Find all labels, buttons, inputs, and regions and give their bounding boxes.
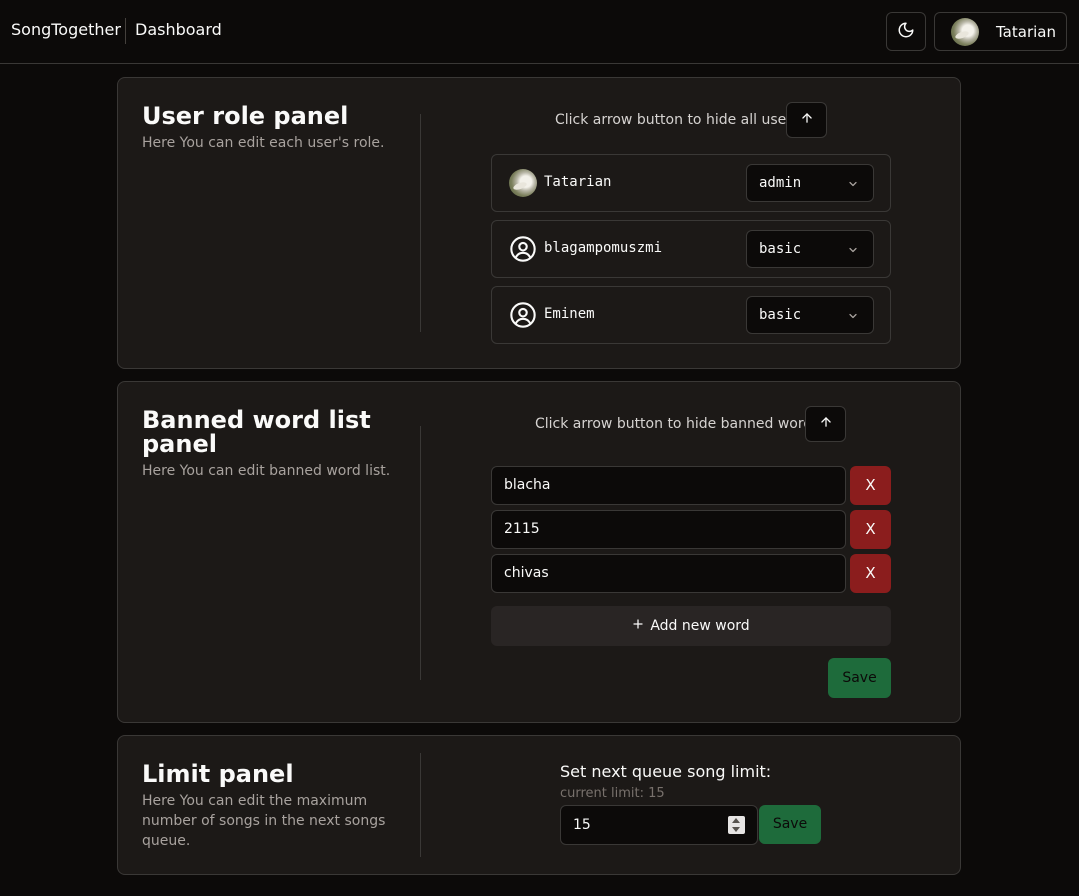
song-limit-input[interactable]: 15 — [560, 805, 758, 845]
hide-words-button[interactable] — [805, 406, 846, 442]
user-menu-name: Tatarian — [996, 23, 1056, 41]
panel-divider — [420, 753, 421, 857]
role-select[interactable]: basic — [746, 230, 874, 268]
top-navbar: SongTogether Dashboard Tatarian — [0, 0, 1079, 64]
user-row: Eminem basic — [491, 286, 891, 344]
panel-divider — [420, 114, 421, 332]
role-value: basic — [759, 241, 802, 257]
breadcrumb-dashboard[interactable]: Dashboard — [135, 20, 222, 39]
panel-description: Here You can edit each user's role. — [142, 135, 385, 151]
remove-word-button[interactable]: X — [850, 510, 891, 549]
banned-words-panel: Banned word list panel Here You can edit… — [117, 381, 961, 723]
panel-title: Limit panel — [142, 760, 294, 788]
user-menu-button[interactable]: Tatarian — [934, 12, 1067, 51]
save-words-button[interactable]: Save — [828, 658, 891, 698]
plus-icon — [632, 606, 644, 646]
panel-description-line: Here You can edit the maximum — [142, 793, 368, 809]
brand-name[interactable]: SongTogether — [11, 20, 121, 39]
arrow-up-icon — [800, 111, 814, 129]
arrow-up-icon — [819, 415, 833, 433]
panel-title: Banned word list — [142, 406, 371, 434]
panel-title: User role panel — [142, 102, 349, 130]
chevron-down-icon — [847, 178, 859, 194]
user-row: Tatarian admin — [491, 154, 891, 212]
role-select[interactable]: admin — [746, 164, 874, 202]
remove-word-button[interactable]: X — [850, 554, 891, 593]
role-value: basic — [759, 307, 802, 323]
role-select[interactable]: basic — [746, 296, 874, 334]
save-limit-button[interactable]: Save — [759, 805, 821, 844]
chevron-down-icon — [847, 244, 859, 260]
panel-divider — [420, 426, 421, 680]
panel-description-line: queue. — [142, 833, 191, 849]
hide-words-hint: Click arrow button to hide banned words. — [535, 416, 824, 432]
banned-word-input[interactable]: chivas — [491, 554, 846, 593]
user-name: Eminem — [544, 306, 595, 322]
hide-users-button[interactable] — [786, 102, 827, 138]
limit-panel: Limit panel Here You can edit the maximu… — [117, 735, 961, 875]
user-circle-icon — [509, 235, 537, 267]
header-divider — [125, 18, 126, 44]
moon-icon — [897, 21, 915, 43]
user-role-panel: User role panel Here You can edit each u… — [117, 77, 961, 369]
role-value: admin — [759, 175, 802, 191]
panel-description-line: number of songs in the next songs — [142, 813, 386, 829]
current-limit-text: current limit: 15 — [560, 786, 665, 801]
chevron-down-icon — [847, 310, 859, 326]
user-name: blagampomuszmi — [544, 240, 663, 256]
avatar — [951, 18, 979, 46]
user-circle-icon — [509, 301, 537, 333]
user-row: blagampomuszmi basic — [491, 220, 891, 278]
banned-word-input[interactable]: 2115 — [491, 510, 846, 549]
number-spinner[interactable] — [728, 816, 745, 834]
user-name: Tatarian — [544, 174, 612, 190]
hide-users-hint: Click arrow button to hide all users. — [555, 112, 804, 128]
avatar — [509, 169, 537, 197]
panel-description: Here You can edit banned word list. — [142, 463, 391, 479]
remove-word-button[interactable]: X — [850, 466, 891, 505]
add-word-label: Add new word — [650, 618, 750, 634]
limit-label: Set next queue song limit: — [560, 762, 772, 781]
panel-title-line2: panel — [142, 430, 217, 458]
banned-word-input[interactable]: blacha — [491, 466, 846, 505]
song-limit-value: 15 — [573, 817, 591, 833]
add-word-button[interactable]: Add new word — [491, 606, 891, 646]
theme-toggle-button[interactable] — [886, 12, 926, 51]
